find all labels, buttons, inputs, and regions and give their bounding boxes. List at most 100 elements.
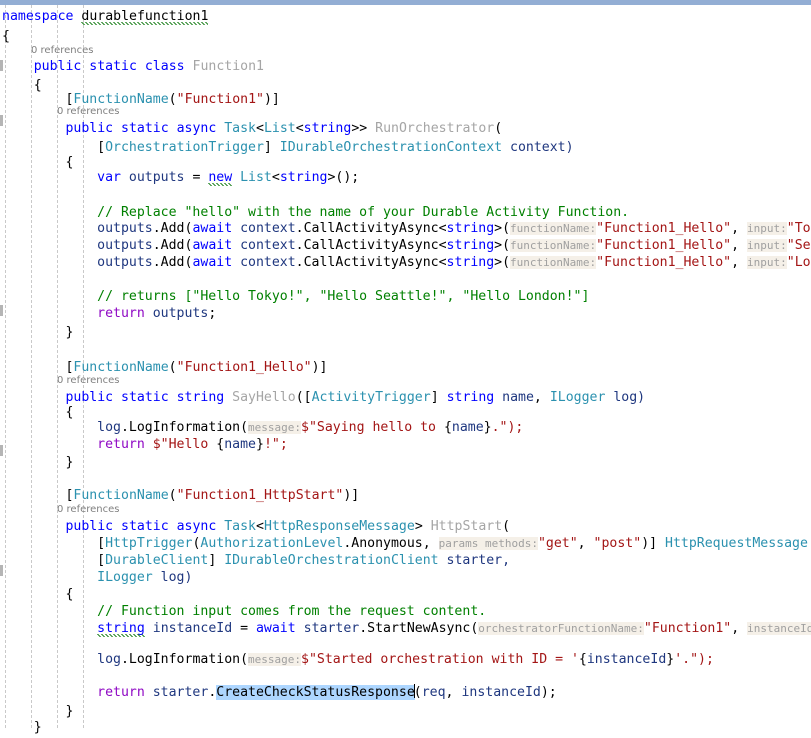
code-token: await — [192, 238, 240, 253]
code-token: = — [232, 621, 256, 636]
code-token — [232, 170, 240, 185]
code-token: string — [280, 170, 328, 185]
code-token: string — [447, 221, 495, 236]
code-token: instanceId — [461, 685, 540, 700]
code-token: durablefunction1 — [81, 9, 208, 25]
code-token: log) — [153, 570, 193, 585]
code-token: ] — [208, 553, 224, 568]
code-line[interactable]: } — [65, 323, 73, 343]
codelens-references[interactable]: 0 references — [57, 105, 120, 119]
code-token: { — [65, 155, 73, 170]
code-token: >( — [494, 238, 510, 253]
code-line[interactable]: string instanceId = await starter.StartN… — [97, 619, 811, 639]
code-token: ] — [264, 140, 280, 155]
code-token: < — [256, 519, 264, 534]
code-text-layer[interactable]: namespace durablefunction1{public static… — [0, 5, 811, 728]
code-line[interactable]: } — [65, 702, 73, 722]
code-token: "Function1_Hello" — [596, 238, 731, 253]
code-token: , — [731, 221, 747, 236]
code-token: , — [446, 685, 462, 700]
code-line[interactable]: { — [65, 153, 73, 173]
code-token: >( — [494, 221, 510, 236]
code-line[interactable]: outputs.Add(await context.CallActivityAs… — [97, 253, 811, 273]
codelens-references[interactable]: 0 references — [57, 503, 120, 517]
code-token: [ — [97, 536, 105, 551]
code-line[interactable]: { — [2, 27, 10, 47]
code-token: namespace — [2, 9, 81, 24]
code-token: FunctionName — [73, 488, 168, 503]
code-line[interactable]: } — [65, 453, 73, 473]
code-line[interactable]: var outputs = new List<string>(); — [97, 168, 359, 188]
code-line[interactable]: { — [65, 585, 73, 605]
code-token: starter, — [439, 553, 510, 568]
code-token: >(); — [327, 170, 359, 185]
code-token: )] — [641, 536, 665, 551]
code-line[interactable]: ILogger log) — [97, 568, 192, 588]
code-token: .CallActivityAsync< — [296, 221, 447, 236]
code-token: context) — [502, 140, 573, 155]
code-token: string — [304, 121, 352, 136]
code-token: ILogger — [97, 570, 153, 585]
code-token: "Function1" — [177, 92, 264, 107]
code-token: } — [256, 437, 264, 452]
code-token: = — [185, 170, 209, 185]
code-line[interactable]: { — [34, 76, 42, 96]
code-line[interactable]: return outputs; — [97, 304, 216, 324]
code-line[interactable]: return starter.CreateCheckStatusResponse… — [97, 683, 557, 703]
code-token: ( — [414, 685, 422, 700]
code-token: public static async — [65, 519, 224, 534]
code-token: ."); — [492, 420, 524, 435]
code-line[interactable]: public static string SayHello([ActivityT… — [65, 388, 645, 408]
code-token: outputs — [97, 238, 153, 253]
code-token: await — [192, 221, 240, 236]
code-token: , — [731, 255, 747, 270]
code-token: Task — [224, 121, 256, 136]
code-token: orchestratorFunctionName: — [478, 622, 644, 635]
code-token: name — [502, 390, 534, 405]
code-line[interactable]: public static async Task<List<string>> R… — [65, 119, 502, 139]
code-token: name — [452, 420, 484, 435]
code-token: outputs — [153, 306, 209, 321]
code-token: .LogInformation( — [121, 652, 248, 667]
code-token: string — [447, 390, 503, 405]
code-token: DurableClient — [105, 553, 208, 568]
codelens-references[interactable]: 0 references — [31, 44, 94, 58]
codelens-references[interactable]: 0 references — [57, 374, 120, 388]
code-token: input: — [747, 222, 787, 235]
code-token: message: — [248, 653, 301, 666]
code-line[interactable]: public static class Function1 — [34, 57, 264, 77]
code-token: "Function1_Hello" — [177, 360, 312, 375]
code-line[interactable]: namespace durablefunction1 — [2, 7, 208, 27]
code-token: .Anonymous, — [343, 536, 438, 551]
code-token: instanceId: — [747, 622, 811, 635]
code-token: outputs — [97, 221, 153, 236]
code-token: .Add( — [153, 238, 193, 253]
code-token: var — [97, 170, 129, 185]
code-token: '."); — [674, 652, 714, 667]
code-token: functionName: — [510, 256, 596, 269]
code-token: "Function1_Hello" — [596, 221, 731, 236]
code-token: .CallActivityAsync< — [296, 255, 447, 270]
code-token: OrchestrationTrigger — [105, 140, 264, 155]
code-token: $"Saying hello to — [301, 420, 444, 435]
code-token: CreateCheckStatusResponse — [216, 685, 415, 700]
code-token: "Function1_HttpStart" — [177, 488, 344, 503]
code-token: instanceId — [153, 621, 232, 636]
code-line[interactable]: log.LogInformation(message:$"Started orc… — [97, 650, 714, 670]
code-token: { — [579, 652, 587, 667]
code-token: [ — [97, 140, 105, 155]
code-line[interactable]: { — [65, 403, 73, 423]
code-editor-surface[interactable]: namespace durablefunction1{public static… — [0, 5, 811, 728]
code-token: !"; — [264, 437, 288, 452]
code-token: // returns ["Hello Tokyo!", "Hello Seatt… — [97, 289, 589, 304]
code-token: { — [34, 78, 42, 93]
code-line[interactable]: [OrchestrationTrigger] IDurableOrchestra… — [97, 138, 573, 158]
code-token: context — [240, 255, 296, 270]
code-token: ; — [208, 306, 216, 321]
code-token: { — [65, 405, 73, 420]
code-token: params methods: — [439, 537, 538, 550]
code-token: log — [97, 652, 121, 667]
code-line[interactable]: } — [34, 718, 42, 738]
code-token: public static string — [65, 390, 232, 405]
code-line[interactable]: return $"Hello {name}!"; — [97, 435, 288, 455]
